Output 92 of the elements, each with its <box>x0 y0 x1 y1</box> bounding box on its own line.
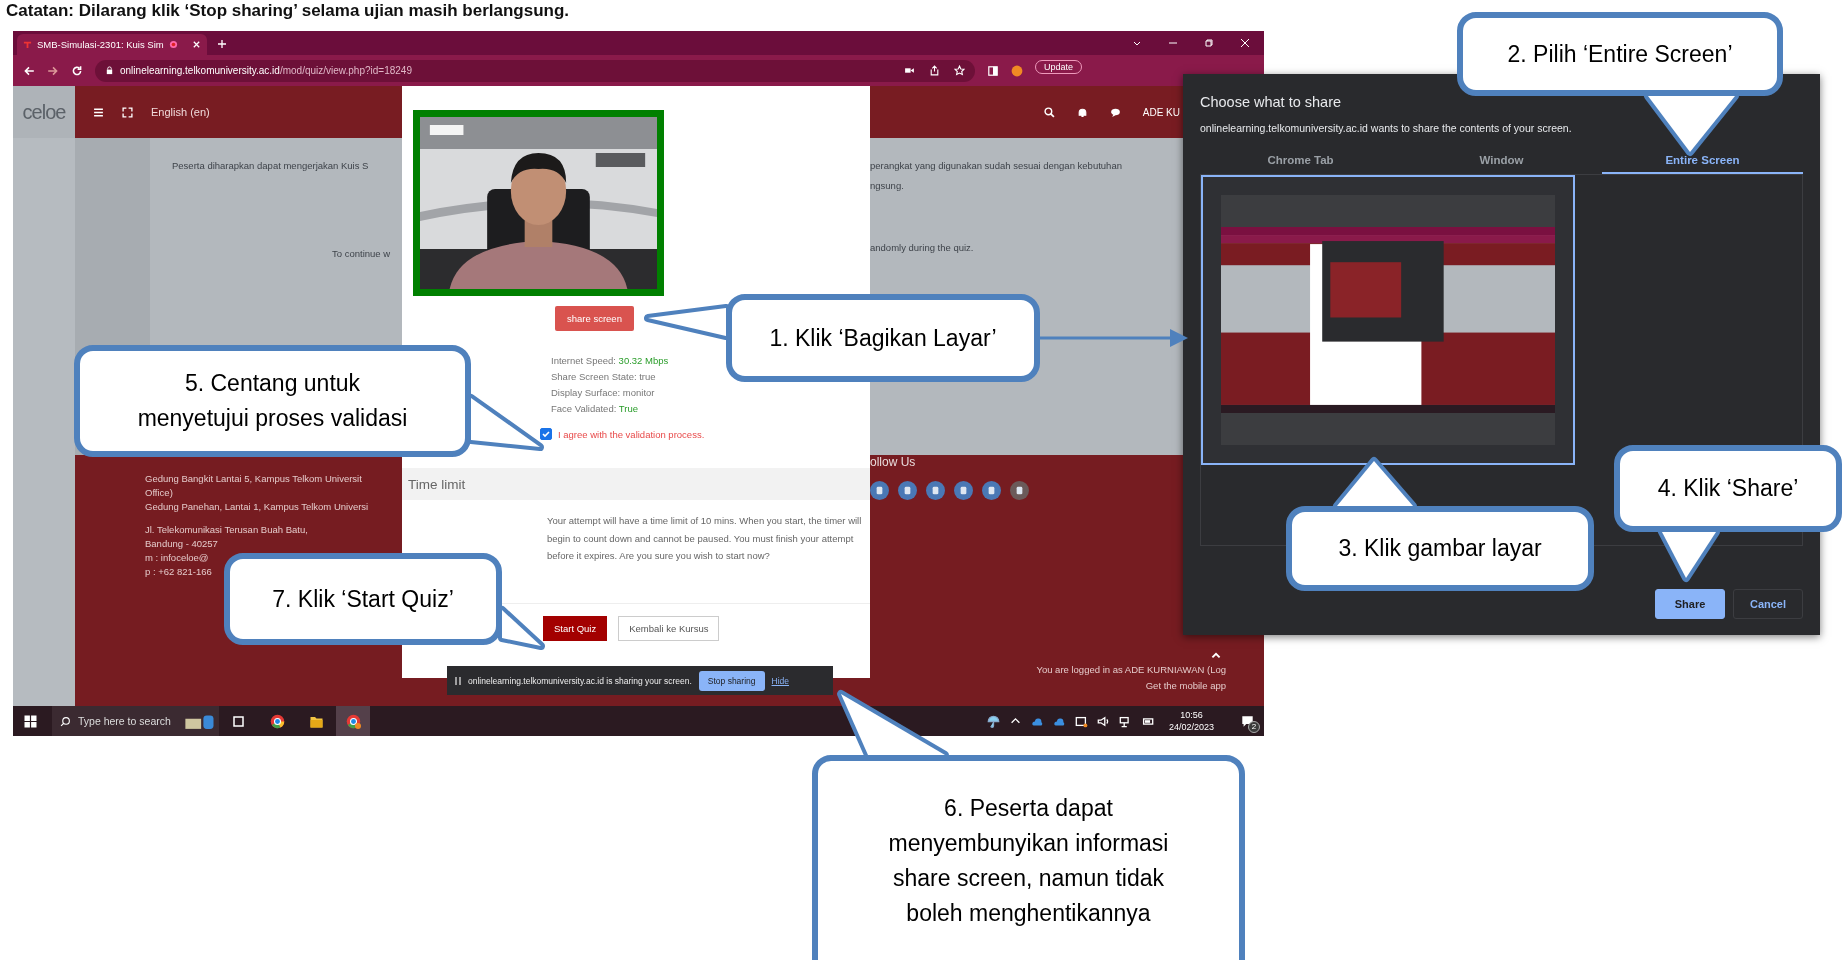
chat-icon[interactable] <box>1109 106 1121 118</box>
clock-date[interactable]: 24/02/2023 <box>1168 721 1214 733</box>
menu-icon[interactable] <box>93 106 104 118</box>
star-icon[interactable] <box>954 65 965 76</box>
close-icon[interactable] <box>1240 38 1250 48</box>
network-icon[interactable] <box>1118 714 1132 728</box>
login-status-text: You are logged in as ADE KURNIAWAN (Log <box>1036 664 1226 675</box>
status-line: Internet Speed: 30.32 Mbps <box>551 355 670 366</box>
side-panel-icon[interactable] <box>987 64 999 77</box>
monitor-icon[interactable] <box>1074 714 1088 728</box>
chrome-icon <box>345 713 361 729</box>
share-tab[interactable]: Window <box>1401 148 1602 174</box>
stop-sharing-button[interactable]: Stop sharing <box>698 670 765 691</box>
intro-text: Peserta diharapkan dapat mengerjakan Kuis S <box>172 160 370 171</box>
windows-start-icon[interactable] <box>23 713 38 729</box>
callout-text: 4. Klik ‘Share’ <box>1657 474 1799 503</box>
follow-heading: ollow Us <box>870 455 917 469</box>
url-path: /mod/quiz/view.php?id=18249 <box>279 65 412 76</box>
recording-icon <box>168 40 178 49</box>
dialog-message: onlinelearning.telkomuniversity.ac.id wants to share the contents of your screen. <box>1200 122 1573 134</box>
instruction-text: To continue w <box>331 248 392 259</box>
callout-text: 2. Pilih ‘Entire Screen’ <box>1507 39 1733 69</box>
social-media-icon[interactable] <box>870 481 889 500</box>
clock-time[interactable]: 10:56 <box>1180 709 1203 721</box>
address-line: m : infoceloe@ <box>145 552 210 563</box>
back-icon[interactable] <box>23 64 35 77</box>
callout-text: 1. Klik ‘Bagikan Layar’ <box>769 323 997 353</box>
sharing-message: onlinelearning.telkomuniversity.ac.id is sharing your screen. <box>468 675 692 686</box>
site-icon <box>23 40 32 49</box>
bell-icon[interactable] <box>1076 106 1088 118</box>
user-name[interactable]: ADE KU <box>1142 106 1180 118</box>
dialog-title: Choose what to share <box>1200 94 1343 110</box>
notification-icon[interactable] <box>1241 714 1254 728</box>
intro-text: perangkat yang digunakan sudah sesuai dengan kebutuhan <box>870 160 1123 171</box>
taskbar-app-button[interactable] <box>336 706 370 736</box>
social-media-icon[interactable] <box>926 481 945 500</box>
share-screen-button[interactable]: share screen <box>555 306 634 331</box>
share-icon[interactable] <box>929 65 940 76</box>
hide-link[interactable]: Hide <box>771 675 789 686</box>
callout-text: 5. Centang untuk menyetujui proses validasi <box>137 369 408 433</box>
agree-label[interactable]: I agree with the validation process. <box>558 428 705 440</box>
note-text: Catatan: Dilarang klik ‘Stop sharing’ selama ujian masih berlangsung. <box>6 1 570 21</box>
share-button[interactable]: Share <box>1655 589 1725 619</box>
status-line: Share Screen State: true <box>551 371 657 382</box>
new-tab-icon[interactable] <box>217 39 227 49</box>
address-bar[interactable]: onlinelearning.telkomuniversity.ac.id/mod/quiz/view.php?id=18249 <box>95 59 975 82</box>
back-button[interactable]: Kembali ke Kursus <box>618 615 720 641</box>
start-button[interactable]: Start Quiz <box>543 615 608 641</box>
address-line: Bandung - 40257 <box>145 538 219 549</box>
reload-icon[interactable] <box>71 64 83 77</box>
umbrella-icon[interactable] <box>986 714 1000 728</box>
intro-text: ngsung. <box>870 180 905 191</box>
avatar-icon[interactable] <box>1011 64 1023 77</box>
cancel-button[interactable]: Cancel <box>1733 589 1803 619</box>
speaker-icon[interactable] <box>1096 714 1110 728</box>
task-view-icon[interactable] <box>231 713 246 729</box>
fullscreen-icon[interactable] <box>122 106 133 118</box>
search-icon <box>60 715 71 727</box>
social-media-icon[interactable] <box>954 481 973 500</box>
time-limit-text: Your attempt will have a time limit of 10 mins. When you start, the timer will begin to count down and cannot be paused. You must finish your attempt before it expires. Are you sure you wish to start now? <box>547 514 862 563</box>
status-line: Face Validated: True <box>551 403 639 414</box>
camera-icon[interactable] <box>904 65 915 76</box>
address-line: Jl. Telekomunikasi Terusan Buah Batu, <box>145 524 309 535</box>
mobile-app-link[interactable]: Get the mobile app <box>1145 680 1226 691</box>
social-media-icon[interactable] <box>898 481 917 500</box>
agree-checkbox[interactable] <box>540 428 552 440</box>
pause-icon <box>455 675 461 686</box>
tab-title: SMB-Simulasi-2301: Kuis Sim <box>37 39 164 50</box>
address-line: Gedung Panehan, Lantai 1, Kampus Telkom Universi <box>145 501 370 512</box>
section-title: Time limit <box>408 477 466 492</box>
share-tab[interactable]: Chrome Tab <box>1200 148 1401 174</box>
url-host: onlinelearning.telkomuniversity.ac.id <box>120 65 280 76</box>
restore-icon[interactable] <box>1204 38 1214 48</box>
callout-text: 3. Klik gambar layar <box>1338 534 1542 563</box>
language-menu[interactable]: English (en) <box>151 106 210 118</box>
chrome-icon[interactable] <box>270 713 285 729</box>
status-line: Display Surface: monitor <box>551 387 656 398</box>
address-line: Gedung Bangkit Lantai 5, Kampus Telkom Universit <box>145 473 363 484</box>
screen-tile[interactable] <box>1201 175 1575 465</box>
close-icon[interactable] <box>192 40 201 49</box>
callout-text: 6. Peserta dapat menyembunyikan informasi share screen, namun tidak boleh menghentikannya <box>888 793 1169 928</box>
social-media-icon[interactable] <box>982 481 1001 500</box>
callout-text: 7. Klik ‘Start Quiz’ <box>272 584 454 614</box>
instruction-text: andomly during the quiz. <box>870 242 975 253</box>
forward-icon[interactable] <box>47 64 59 77</box>
address-line: p : +62 821-166 <box>145 566 213 577</box>
search-icon[interactable] <box>1043 106 1055 118</box>
address-line: Office) <box>145 487 174 498</box>
taskbar-search-field[interactable]: Type here to search <box>52 706 219 736</box>
social-media-icon[interactable] <box>1010 481 1029 500</box>
browser-tab[interactable]: SMB-Simulasi-2301: Kuis Sim <box>17 34 207 55</box>
lock-icon <box>105 66 114 75</box>
